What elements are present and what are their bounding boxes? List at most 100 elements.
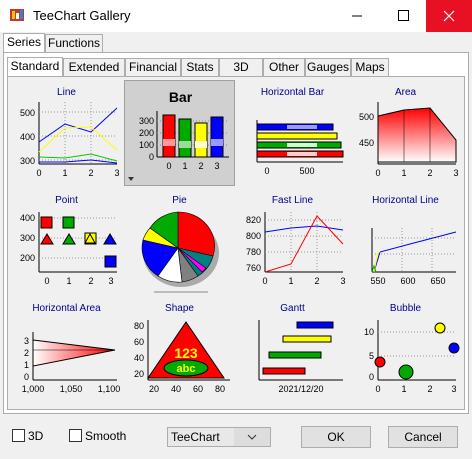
dropdown-arrow-icon [128, 177, 134, 181]
tick-label: 650 [430, 276, 445, 286]
tick-label: 820 [246, 215, 261, 225]
tab-maps[interactable]: Maps [351, 58, 389, 76]
tick-label: 1 [66, 276, 71, 286]
tick-label: 800 [246, 231, 261, 241]
tick-label: 550 [370, 276, 385, 286]
tick-label: 3 [114, 168, 119, 178]
tick-label: 1,100 [98, 384, 121, 394]
gallery-item-gantt[interactable]: Gantt 2021/12/20 [237, 296, 348, 402]
gallery-item-horizontal-area[interactable]: Horizontal Area 3 2 1 0 1,000 1,050 1,10… [11, 296, 122, 402]
3d-checkbox[interactable] [12, 429, 25, 442]
tick-label: 0 [375, 168, 380, 178]
maximize-icon [398, 10, 409, 21]
style-combobox[interactable]: TeeChart [167, 427, 271, 447]
shape-label: 123 [174, 345, 198, 361]
gallery-item-point[interactable]: Point 400 300 200 0 1 2 3 [11, 188, 122, 294]
tab-financial[interactable]: Financial [125, 58, 181, 76]
tick-label: 20 [134, 369, 144, 379]
gallery-item-area[interactable]: Area 500 450 0 1 2 3 [350, 80, 461, 186]
tick-label: 0 [262, 276, 267, 286]
minimize-button[interactable] [334, 0, 380, 32]
tab-other[interactable]: Other [263, 58, 305, 76]
tick-label: 2 [314, 276, 319, 286]
tab-standard[interactable]: Standard [7, 57, 63, 77]
tick-label: 0 [375, 384, 380, 394]
tick-label: 2 [88, 276, 93, 286]
tab-stats[interactable]: Stats [181, 58, 219, 76]
tick-label: 2 [88, 168, 93, 178]
gallery-item-horizontal-line[interactable]: Horizontal Line 550 600 650 [350, 188, 461, 294]
tick-label: 0 [44, 276, 49, 286]
3d-checkbox-label: 3D [28, 429, 44, 443]
tick-label: 2 [427, 384, 432, 394]
tick-label: 450 [359, 138, 374, 148]
tick-label: 2021/12/20 [278, 384, 323, 394]
tab-extended[interactable]: Extended [63, 58, 125, 76]
tick-label: 2 [427, 168, 432, 178]
tick-label: 80 [215, 384, 225, 394]
gallery-item-fast-line[interactable]: Fast Line 820 800 780 760 0 1 2 3 [237, 188, 348, 294]
combobox-dropdown[interactable] [234, 428, 270, 446]
tick-label: 500 [359, 112, 374, 122]
pie-chart-preview [141, 211, 219, 293]
gallery-item-pie[interactable]: Pie [124, 188, 235, 294]
smooth-checkbox-label: Smooth [85, 429, 127, 443]
tick-label: 0 [24, 372, 29, 382]
tick-label: 600 [400, 276, 415, 286]
gallery-item-shape[interactable]: Shape 123 abc 80 60 40 20 20 40 60 80 [124, 296, 235, 402]
maximize-button[interactable] [380, 0, 426, 32]
tick-label: 2 [198, 161, 203, 171]
tick-label: 10 [364, 327, 374, 337]
cancel-button[interactable]: Cancel [388, 426, 458, 448]
horizontal-line-preview: 550 600 650 [370, 228, 457, 286]
tick-label: 1 [182, 161, 187, 171]
tab-gauges[interactable]: Gauges [305, 58, 351, 76]
tick-label: 2 [24, 348, 29, 358]
tab-series[interactable]: Series [3, 33, 45, 53]
tick-label: 3 [108, 276, 113, 286]
tick-label: 300 [20, 156, 35, 166]
shape-label: abc [177, 363, 196, 375]
tick-label: 1 [288, 276, 293, 286]
gallery-item-horizontal-bar[interactable]: Horizontal Bar 0 500 [237, 80, 348, 186]
minimize-icon [352, 15, 362, 17]
tick-label: 0 [166, 161, 171, 171]
outer-tabbar: Series Functions [3, 33, 469, 53]
tick-label: 200 [139, 128, 154, 138]
smooth-checkbox[interactable] [69, 429, 82, 442]
tick-label: 500 [299, 166, 314, 176]
gallery-item-bubble[interactable]: Bubble 10 5 0 0 1 2 3 [350, 296, 461, 402]
inner-tabbar: Standard Extended Financial Stats 3D Oth… [7, 57, 465, 77]
tick-label: 80 [134, 321, 144, 331]
tick-label: 3 [453, 168, 458, 178]
tick-label: 1 [62, 168, 67, 178]
gallery-item-bar[interactable]: Bar 300 200 100 0 0 1 2 3 [124, 80, 235, 186]
shape-preview: 123 abc 80 60 40 20 20 40 60 80 [134, 320, 230, 394]
area-chart-preview: 500 450 0 1 2 3 [359, 102, 459, 178]
tick-label: 780 [246, 247, 261, 257]
tick-label: 1 [24, 360, 29, 370]
tick-label: 40 [171, 384, 181, 394]
tick-label: 1 [401, 384, 406, 394]
tab-functions[interactable]: Functions [45, 34, 103, 52]
style-combobox-value: TeeChart [171, 430, 220, 444]
gantt-preview: 2021/12/20 [258, 320, 343, 394]
tick-label: 3 [340, 276, 345, 286]
tick-label: 0 [36, 168, 41, 178]
tick-label: 1 [401, 168, 406, 178]
tick-label: 100 [139, 140, 154, 150]
ok-button[interactable]: OK [301, 426, 371, 448]
bubble-preview: 10 5 0 0 1 2 3 [364, 320, 460, 394]
tick-label: 1,050 [60, 384, 83, 394]
tick-label: 3 [214, 161, 219, 171]
tick-label: 3 [24, 336, 29, 346]
tab-3d[interactable]: 3D [219, 58, 263, 76]
bar-chart-preview: 300 200 100 0 0 1 2 3 [128, 111, 229, 181]
gallery-item-line[interactable]: Line 500 400 300 0 1 2 3 [11, 80, 122, 186]
tick-label: 400 [20, 213, 35, 223]
close-button[interactable] [426, 0, 472, 32]
title-bar: TeeChart Gallery [0, 0, 472, 32]
horizontal-bar-preview: 0 500 [256, 120, 344, 176]
gallery-grid: Line 500 400 300 0 1 2 3 Bar 300 200 100… [11, 80, 461, 406]
tick-label: 60 [193, 384, 203, 394]
